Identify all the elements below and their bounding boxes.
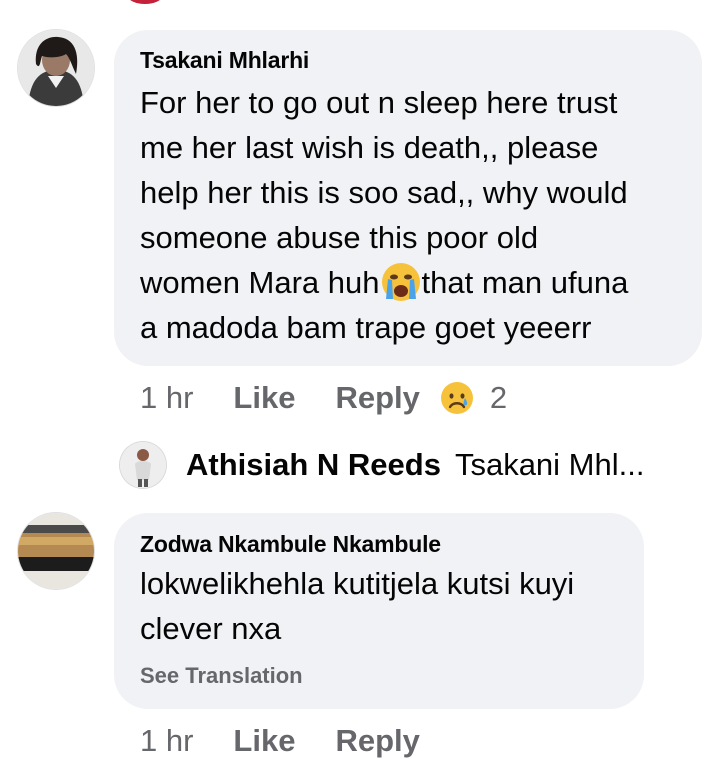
see-translation-link[interactable]: See Translation [140,663,303,689]
reply-button[interactable]: Reply [335,723,419,759]
loudly-crying-face-icon [381,263,420,301]
profile-photo [18,513,94,589]
previous-comment-avatar-edge [128,0,162,4]
comment-text-line: me her last wish is death,, please [140,130,599,165]
avatar[interactable] [18,513,94,589]
like-button[interactable]: Like [233,380,295,416]
comment-timestamp[interactable]: 1 hr [140,380,193,416]
sad-face-icon[interactable] [440,381,474,415]
reply-preview-text: Tsakani Mhl... [454,447,645,482]
comment-text-line: that man ufuna [421,265,629,300]
comment-actions: 1 hr Like Reply 2 [140,380,507,416]
reply-profile-photo [120,442,166,488]
comment-timestamp[interactable]: 1 hr [140,723,193,759]
comment-bubble[interactable]: Tsakani Mhlarhi For her to go out n slee… [114,30,702,366]
reply-preview[interactable]: Athisiah N Reeds Tsakani Mhl... [120,440,644,490]
comment-text-line: clever nxa [140,611,282,646]
comment-author[interactable]: Zodwa Nkambule Nkambule [140,531,441,558]
reply-avatar[interactable] [120,442,166,488]
comment-author[interactable]: Tsakani Mhlarhi [140,47,309,74]
reaction-count[interactable]: 2 [490,380,507,416]
reply-button[interactable]: Reply [335,380,419,416]
reply-author[interactable]: Athisiah N Reeds [186,447,441,483]
avatar[interactable] [18,30,94,106]
comment-text-line: someone abuse this poor old [140,220,539,255]
comment-text-line: help her this is soo sad,, why would [140,175,628,210]
comment-text: lokwelikhehla kutitjela kutsi kuyi cleve… [140,561,574,651]
comment-text-line: lokwelikhehla kutitjela kutsi kuyi [140,566,575,601]
comment-text-line: For her to go out n sleep here trust [140,85,618,120]
comment-text-line: women Mara huh [140,265,380,300]
profile-photo [18,30,94,106]
comment-text: For her to go out n sleep here trust me … [140,80,628,350]
comment-actions: 1 hr Like Reply [140,723,440,759]
comment-bubble[interactable]: Zodwa Nkambule Nkambule lokwelikhehla ku… [114,513,644,709]
comment-text-line: a madoda bam trape goet yeeerr [140,310,592,345]
like-button[interactable]: Like [233,723,295,759]
